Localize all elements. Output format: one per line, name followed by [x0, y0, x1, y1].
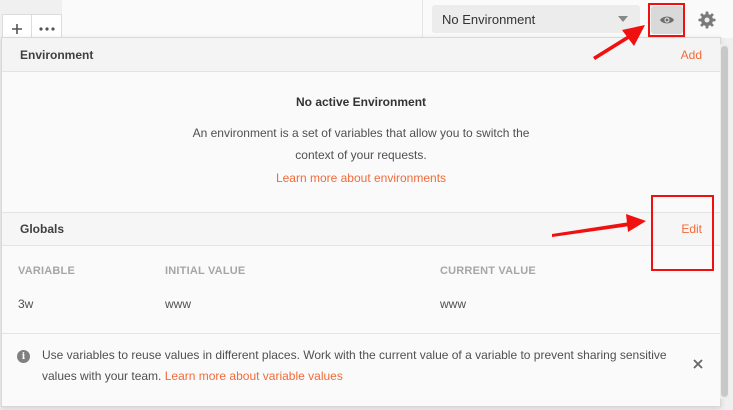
- environment-quick-look-panel: Environment Add No active Environment An…: [1, 37, 721, 407]
- column-header-variable: VARIABLE: [18, 265, 76, 277]
- variables-info-banner: i Use variables to reuse values in diffe…: [2, 333, 720, 403]
- globals-section-header: Globals Edit: [2, 212, 720, 246]
- close-info-banner-button[interactable]: [691, 357, 705, 371]
- panel-scrollbar-thumb[interactable]: [721, 46, 728, 397]
- annotation-highlight-edit: [651, 195, 714, 271]
- global-variable-name: 3w: [18, 297, 34, 311]
- annotation-highlight-eye: [648, 3, 685, 37]
- info-banner-text: Use variables to reuse values in differe…: [42, 345, 672, 387]
- environment-selector[interactable]: No Environment: [432, 5, 640, 33]
- info-banner-message: Use variables to reuse values in differe…: [42, 348, 667, 383]
- chevron-down-icon: [618, 16, 628, 22]
- learn-more-variable-values-link[interactable]: Learn more about variable values: [165, 369, 343, 383]
- settings-button[interactable]: [693, 6, 721, 34]
- gear-icon: [698, 11, 716, 29]
- no-environment-title: No active Environment: [295, 95, 427, 109]
- environment-section-title: Environment: [20, 47, 94, 62]
- add-environment-link[interactable]: Add: [681, 48, 702, 62]
- global-initial-value: www: [165, 297, 191, 311]
- learn-more-environments-link[interactable]: Learn more about environments: [2, 171, 720, 185]
- plus-icon: [12, 24, 22, 34]
- close-icon: [693, 359, 703, 369]
- environment-section-header: Environment Add: [2, 38, 720, 72]
- ellipsis-icon: [38, 27, 55, 31]
- column-header-initial-value: INITIAL VALUE: [165, 265, 246, 277]
- info-icon: i: [17, 350, 30, 363]
- environment-selector-value: No Environment: [442, 11, 536, 27]
- no-environment-description: An environment is a set of variables tha…: [192, 126, 530, 162]
- globals-section-title: Globals: [20, 222, 65, 236]
- panel-scrollbar[interactable]: [720, 44, 729, 399]
- column-header-current-value: CURRENT VALUE: [440, 265, 536, 277]
- global-current-value: www: [440, 297, 466, 311]
